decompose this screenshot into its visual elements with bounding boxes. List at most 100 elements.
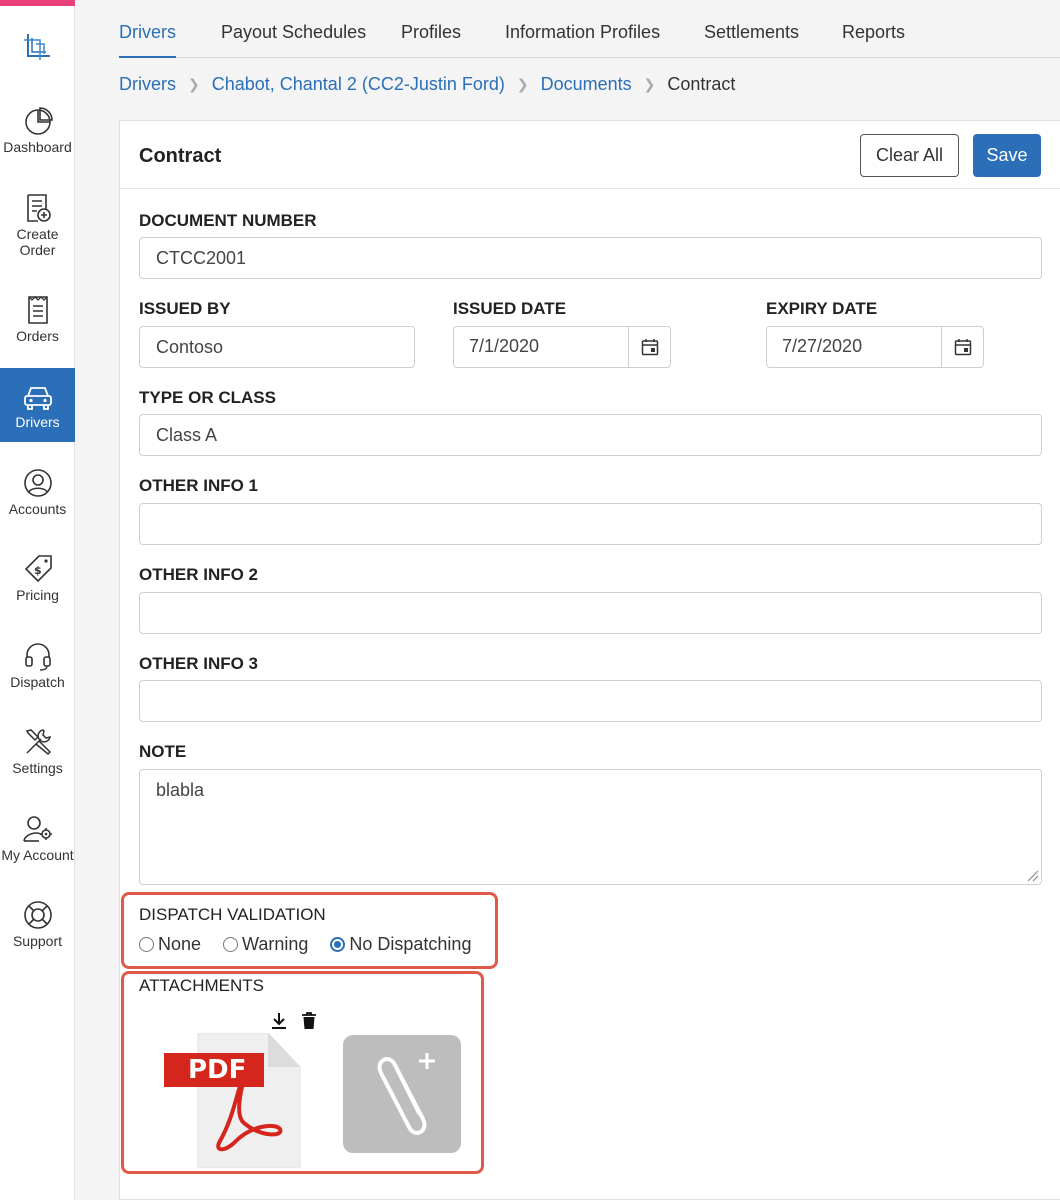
sidebar-item-label: Accounts bbox=[8, 501, 67, 517]
tools-icon bbox=[25, 729, 51, 756]
car-icon bbox=[23, 387, 52, 410]
clear-all-button[interactable]: Clear All bbox=[860, 134, 959, 177]
chevron-right-icon: ❯ bbox=[643, 76, 656, 92]
sidebar-item-label: Dashboard bbox=[3, 139, 72, 155]
lifebuoy-icon bbox=[23, 901, 52, 929]
sidebar-item-create-order[interactable]: Create Order bbox=[0, 192, 75, 258]
sidebar-item-my-account[interactable]: My Account bbox=[0, 813, 75, 863]
radio-button-none[interactable] bbox=[139, 937, 154, 952]
radio-option-no-dispatching[interactable]: No Dispatching bbox=[330, 934, 471, 955]
breadcrumb: Drivers ❯ Chabot, Chantal 2 (CC2-Justin … bbox=[119, 74, 735, 95]
paperclip-add-icon bbox=[377, 1053, 435, 1135]
radio-button-no-dispatching[interactable] bbox=[330, 937, 346, 952]
user-gear-icon bbox=[22, 816, 52, 842]
tab-information-profiles[interactable]: Information Profiles bbox=[505, 22, 660, 43]
sidebar-item-drivers[interactable]: Drivers bbox=[0, 368, 75, 442]
sidebar-item-pricing[interactable]: $ Pricing bbox=[0, 553, 75, 603]
dispatch-validation-highlight bbox=[121, 892, 498, 969]
sidebar-item-label: Settings bbox=[12, 760, 63, 776]
headset-icon bbox=[24, 643, 51, 671]
sidebar: Dashboard Create Order Orders Drivers Ac… bbox=[0, 0, 75, 1200]
trash-icon[interactable] bbox=[300, 1011, 318, 1031]
pdf-badge: PDF bbox=[164, 1053, 264, 1087]
issued-date-value: 7/1/2020 bbox=[469, 336, 540, 356]
sidebar-top-accent bbox=[0, 0, 75, 6]
type-or-class-label: TYPE OR CLASS bbox=[139, 388, 276, 407]
issued-date-label: ISSUED DATE bbox=[453, 299, 567, 318]
dispatch-validation-label: DISPATCH VALIDATION bbox=[139, 905, 326, 924]
type-or-class-input[interactable]: Class A bbox=[139, 414, 1042, 456]
add-attachment-button[interactable] bbox=[343, 1035, 461, 1153]
tab-reports[interactable]: Reports bbox=[842, 22, 905, 43]
sidebar-item-settings[interactable]: Settings bbox=[0, 726, 75, 776]
expiry-date-value: 7/27/2020 bbox=[782, 336, 863, 356]
pdf-attachment[interactable]: PDF bbox=[164, 1009, 316, 1169]
sidebar-item-dashboard[interactable]: Dashboard bbox=[0, 105, 75, 155]
sidebar-item-accounts[interactable]: Accounts bbox=[0, 467, 75, 517]
resize-grip-icon[interactable] bbox=[1025, 868, 1039, 882]
breadcrumb-link-driver[interactable]: Chabot, Chantal 2 (CC2-Justin Ford) bbox=[212, 74, 505, 95]
calendar-icon bbox=[954, 339, 971, 356]
sidebar-item-label: Orders bbox=[16, 328, 59, 344]
expiry-date-field[interactable]: 7/27/2020 bbox=[766, 326, 984, 368]
tab-payout-schedules[interactable]: Payout Schedules bbox=[221, 22, 366, 43]
tab-settlements[interactable]: Settlements bbox=[704, 22, 799, 43]
other-info-3-label: OTHER INFO 3 bbox=[139, 654, 259, 673]
sidebar-item-label: Drivers bbox=[15, 414, 60, 430]
other-info-3-input[interactable] bbox=[139, 680, 1042, 722]
radio-label-warning: Warning bbox=[242, 934, 309, 954]
document-number-input[interactable]: CTCC2001 bbox=[139, 237, 1042, 279]
svg-text:$: $ bbox=[34, 564, 42, 577]
price-tag-icon: $ bbox=[24, 555, 52, 583]
sidebar-item-orders[interactable]: Orders bbox=[0, 294, 75, 344]
other-info-1-label: OTHER INFO 1 bbox=[139, 476, 259, 495]
radio-label-no-dispatching: No Dispatching bbox=[349, 934, 472, 954]
create-order-icon bbox=[26, 194, 51, 222]
note-label: NOTE bbox=[139, 742, 187, 761]
expiry-date-label: EXPIRY DATE bbox=[766, 299, 878, 318]
orders-icon bbox=[27, 296, 48, 324]
radio-option-warning[interactable]: Warning bbox=[223, 934, 308, 955]
note-text: blabla bbox=[156, 780, 205, 800]
user-circle-icon bbox=[23, 469, 52, 497]
radio-button-warning[interactable] bbox=[223, 937, 239, 952]
top-tabs: Drivers Payout Schedules Profiles Inform… bbox=[119, 0, 1060, 58]
sidebar-item-label: Dispatch bbox=[10, 674, 65, 690]
download-icon[interactable] bbox=[269, 1011, 289, 1031]
other-info-1-input[interactable] bbox=[139, 503, 1042, 545]
chevron-right-icon: ❯ bbox=[516, 76, 529, 92]
breadcrumb-current: Contract bbox=[667, 74, 736, 94]
tab-profiles[interactable]: Profiles bbox=[401, 22, 461, 43]
breadcrumb-link-documents[interactable]: Documents bbox=[541, 74, 632, 95]
app-logo[interactable] bbox=[20, 30, 56, 66]
page-title: Contract bbox=[139, 145, 222, 167]
sidebar-item-label: Support bbox=[12, 933, 63, 949]
card-header: Contract Clear All Save bbox=[120, 121, 1060, 189]
tab-drivers[interactable]: Drivers bbox=[119, 22, 176, 58]
other-info-2-label: OTHER INFO 2 bbox=[139, 565, 259, 584]
chevron-right-icon: ❯ bbox=[188, 76, 200, 92]
attachments-label: ATTACHMENTS bbox=[139, 976, 264, 995]
sidebar-item-label: Create Order bbox=[16, 226, 59, 258]
radio-option-none[interactable]: None bbox=[139, 934, 201, 955]
radio-label-none: None bbox=[158, 934, 202, 954]
note-textarea[interactable]: blabla bbox=[139, 769, 1042, 885]
breadcrumb-link-drivers[interactable]: Drivers bbox=[119, 74, 176, 95]
issued-by-input[interactable]: Contoso bbox=[139, 326, 415, 368]
dispatch-validation-options: None Warning No Dispatching bbox=[139, 934, 493, 955]
calendar-button[interactable] bbox=[628, 327, 670, 367]
other-info-2-input[interactable] bbox=[139, 592, 1042, 634]
issued-by-label: ISSUED BY bbox=[139, 299, 231, 318]
sidebar-item-label: Pricing bbox=[16, 587, 59, 603]
logo-icon bbox=[24, 34, 50, 60]
calendar-icon bbox=[641, 339, 658, 356]
calendar-button[interactable] bbox=[941, 327, 983, 367]
issued-date-field[interactable]: 7/1/2020 bbox=[453, 326, 671, 368]
sidebar-item-support[interactable]: Support bbox=[0, 899, 75, 949]
dashboard-icon bbox=[24, 107, 53, 135]
save-button[interactable]: Save bbox=[973, 134, 1041, 177]
sidebar-item-dispatch[interactable]: Dispatch bbox=[0, 640, 75, 690]
sidebar-item-label: My Account bbox=[1, 847, 74, 863]
document-number-label: DOCUMENT NUMBER bbox=[139, 211, 317, 230]
contract-form-card: Contract Clear All Save DOCUMENT NUMBER … bbox=[119, 120, 1060, 1200]
